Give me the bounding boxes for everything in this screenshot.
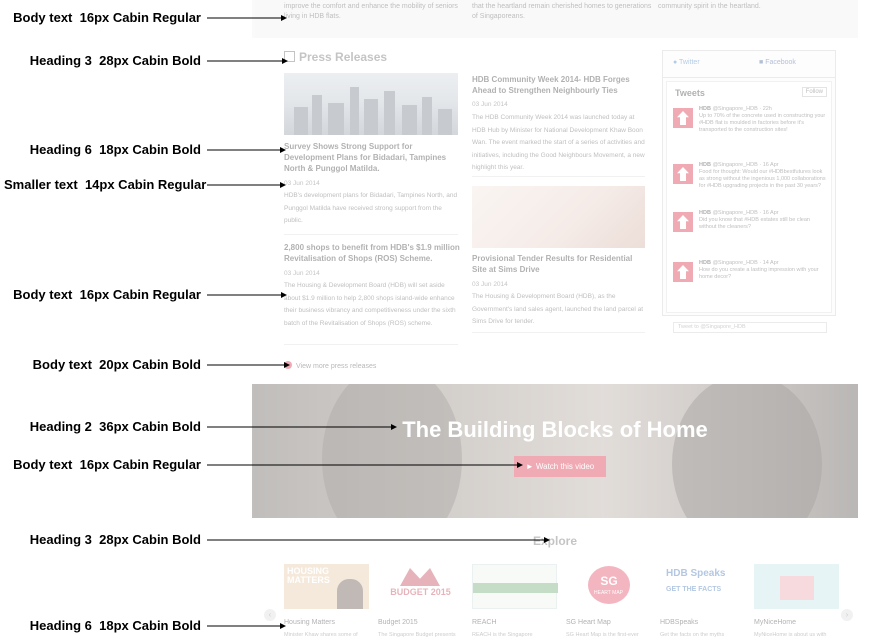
annotation-arrows	[207, 15, 550, 629]
